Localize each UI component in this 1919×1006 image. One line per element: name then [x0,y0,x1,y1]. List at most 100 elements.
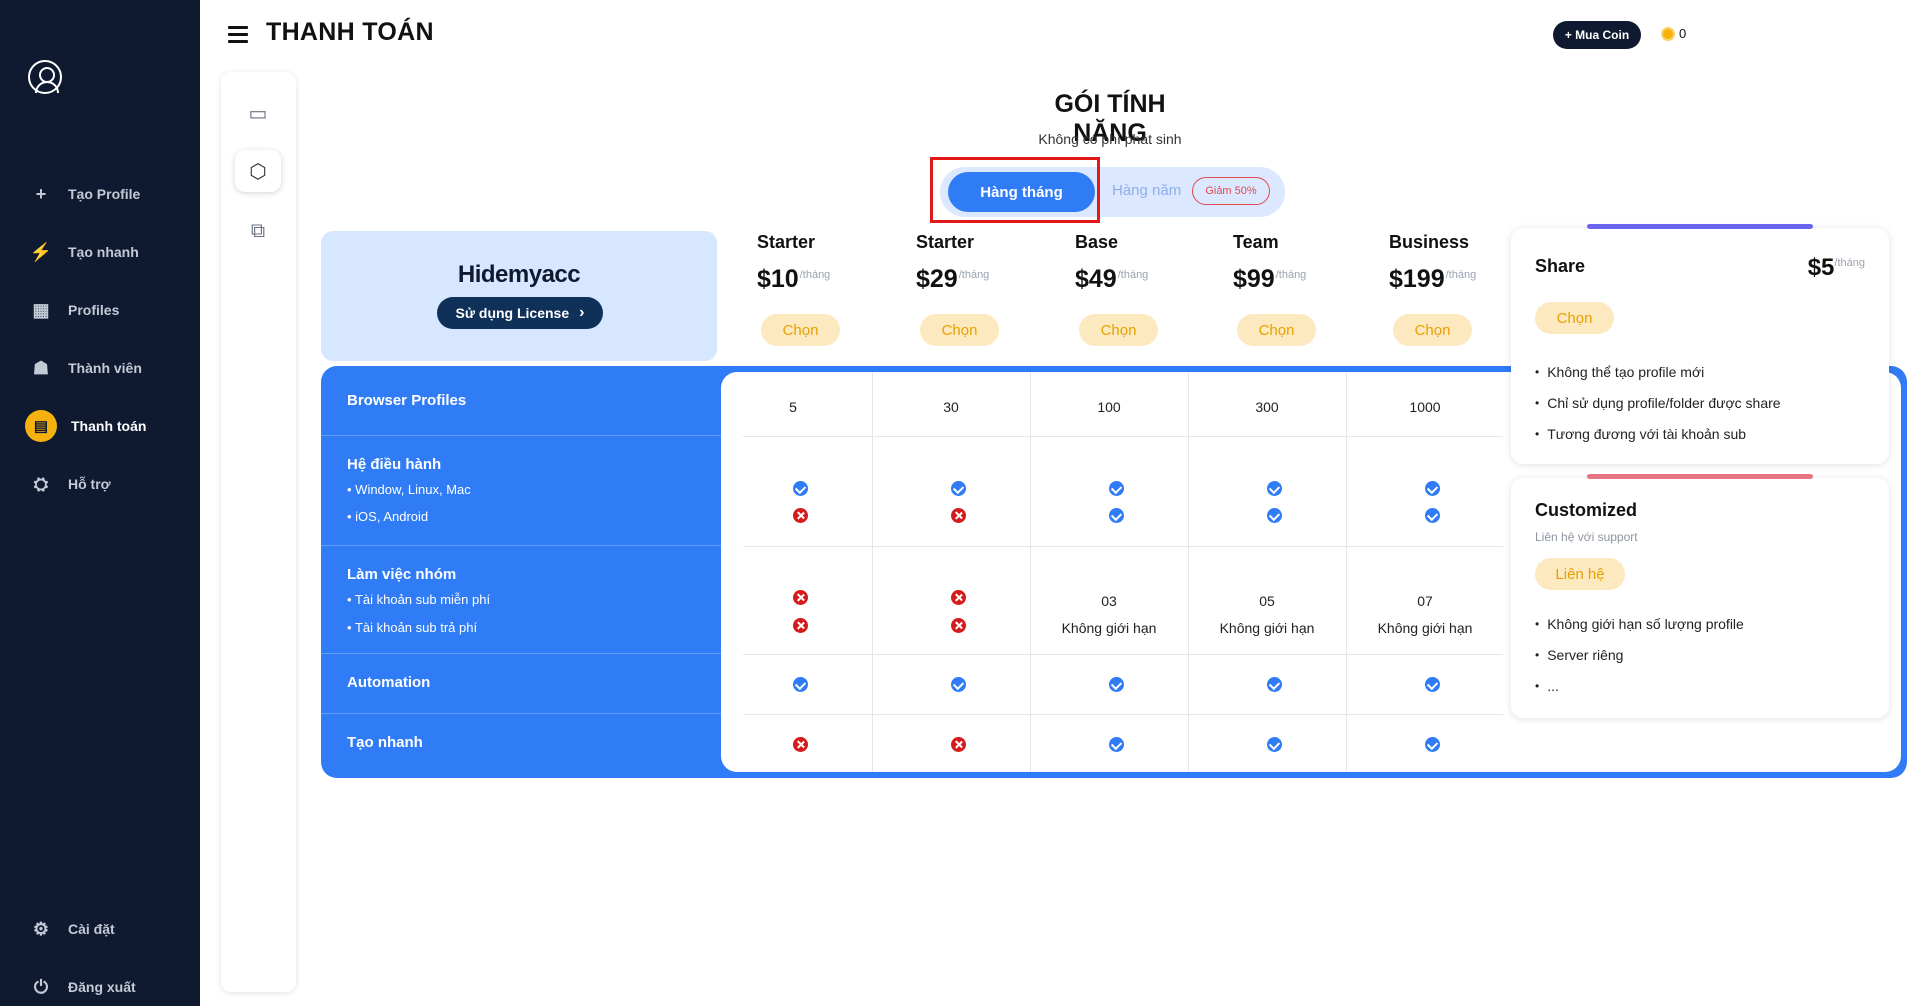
sidebar-item-members[interactable]: ☗ Thành viên [22,347,192,389]
use-license-button[interactable]: Sử dụng License › [437,297,603,329]
cross-icon [793,618,808,633]
check-icon [1109,677,1124,692]
choose-plan-button[interactable]: Chọn [1079,314,1158,346]
use-license-label: Sử dụng License [455,305,570,321]
cell-browser-profiles: 5 [789,399,797,415]
brand-logo: Hidemyacc [457,261,581,288]
row-divider [743,546,1503,547]
sidebar-item-create-profile[interactable]: + Tạo Profile [22,173,192,215]
column-divider [1346,372,1347,772]
plan-price-value: $10 [757,265,799,293]
coin-balance: 0 [1661,26,1686,41]
plan-starter-10: Starter $10/tháng Chọn [757,232,897,346]
cell-browser-profiles: 30 [943,399,959,415]
feature-title: Làm việc nhóm [347,566,457,583]
sidebar-item-label: Cài đặt [68,921,115,937]
plan-name: Starter [757,232,816,252]
contact-button[interactable]: Liên hệ [1535,558,1625,590]
feature-subitem: • Tài khoản sub trả phí [347,620,478,635]
cell-browser-profiles: 1000 [1409,399,1441,415]
row-divider [743,654,1503,655]
check-icon [951,481,966,496]
cross-icon [951,618,966,633]
cross-icon [793,737,808,752]
sidebar-item-support[interactable]: ⛭ Hỗ trợ [22,463,192,505]
cell-free-sub: 07 [1417,593,1433,609]
sidebar-item-label: Tạo nhanh [68,244,139,260]
choose-plan-button[interactable]: Chọn [1237,314,1316,346]
cell-browser-profiles: 300 [1255,399,1279,415]
plan-team: Team $99/tháng Chọn [1233,232,1373,346]
feature-row-os: Hệ điều hành • Window, Linux, Mac • iOS,… [321,436,721,546]
sidebar-item-payment[interactable]: ▤ Thanh toán [22,405,192,447]
plan-price-unit: /tháng [1445,269,1477,281]
plan-price: $99/tháng [1233,265,1373,294]
sidebar-item-logout[interactable]: ⏻ Đăng xuất [22,966,192,1006]
sidebar-item-quick-create[interactable]: ⚡ Tạo nhanh [22,231,192,273]
column-divider [872,372,873,772]
package-icon[interactable]: ⬡ [235,150,281,192]
sidebar-item-label: Tạo Profile [68,186,141,202]
check-icon [1109,508,1124,523]
choose-share-button[interactable]: Chọn [1535,302,1614,334]
gear-icon: ⚙ [32,918,50,939]
check-icon [1267,737,1282,752]
sidebar-item-profiles[interactable]: ▦ Profiles [22,289,192,331]
feature-title: Browser Profiles [347,392,467,409]
plan-price-value: $29 [916,265,958,293]
plan-starter-29: Starter $29/tháng Chọn [916,232,1056,346]
plan-business: Business $199/tháng Chọn [1389,232,1529,346]
feature-title: Automation [347,674,431,691]
plan-name: Starter [916,232,975,252]
app-root: + Tạo Profile ⚡ Tạo nhanh ▦ Profiles ☗ T… [0,0,1919,1006]
grid-icon: ▦ [32,299,50,320]
sidebar: + Tạo Profile ⚡ Tạo nhanh ▦ Profiles ☗ T… [0,0,200,1006]
user-avatar-icon[interactable] [28,60,62,94]
card-accent-bar [1587,224,1813,229]
yearly-tab[interactable]: Hàng năm [1112,182,1181,199]
feature-subitem-label: Window, Linux, Mac [355,482,471,497]
check-icon [1425,677,1440,692]
sidebar-item-label: Thành viên [68,360,142,376]
card-subtitle: Liên hệ với support [1535,530,1638,544]
check-icon [1425,508,1440,523]
check-icon [793,481,808,496]
custom-feature-list: Không giới hạn số lượng profile Server r… [1535,608,1744,701]
feature-row-browser-profiles: Browser Profiles [321,366,721,436]
sidebar-item-settings[interactable]: ⚙ Cài đặt [22,908,192,950]
choose-plan-button[interactable]: Chọn [1393,314,1472,346]
coin-balance-value: 0 [1679,26,1687,41]
feature-title: Tạo nhanh [347,734,423,751]
plan-price-unit: /tháng [958,269,990,281]
payment-subnav: ▭ ⬡ ⧉ [221,72,296,992]
payment-icon: ▤ [25,410,57,442]
customized-plan-card: Customized Liên hệ với support Liên hệ K… [1511,474,1889,718]
check-icon [1109,737,1124,752]
list-item: Không giới hạn số lượng profile [1535,608,1744,639]
choose-plan-button[interactable]: Chọn [920,314,999,346]
buy-coin-button[interactable]: + Mua Coin [1553,21,1641,49]
plan-name: Team [1233,232,1279,252]
sidebar-item-label: Đăng xuất [68,979,136,995]
plan-name: Business [1389,232,1470,252]
sidebar-item-label: Thanh toán [71,418,147,434]
cell-free-sub: 03 [1101,593,1117,609]
check-icon [1267,508,1282,523]
card-price-unit: /tháng [1834,257,1865,269]
menu-icon[interactable] [228,26,248,43]
monthly-tab[interactable]: Hàng tháng [948,172,1095,212]
list-item: Server riêng [1535,639,1744,670]
feature-subitem-label: Tài khoản sub miễn phí [354,592,491,607]
card-accent-bar [1587,474,1813,479]
list-item: ... [1535,670,1744,701]
plans-subheading: Không có phí phát sinh [1038,131,1182,147]
invoice-icon[interactable]: ⧉ [235,210,281,252]
support-icon: ⛭ [33,473,49,494]
card-title: Share [1535,256,1586,276]
coin-icon [1661,26,1675,41]
card-icon[interactable]: ▭ [235,92,281,134]
choose-plan-button[interactable]: Chọn [761,314,840,346]
list-item: Tương đương với tài khoản sub [1535,418,1781,449]
cross-icon [951,590,966,605]
check-icon [793,677,808,692]
